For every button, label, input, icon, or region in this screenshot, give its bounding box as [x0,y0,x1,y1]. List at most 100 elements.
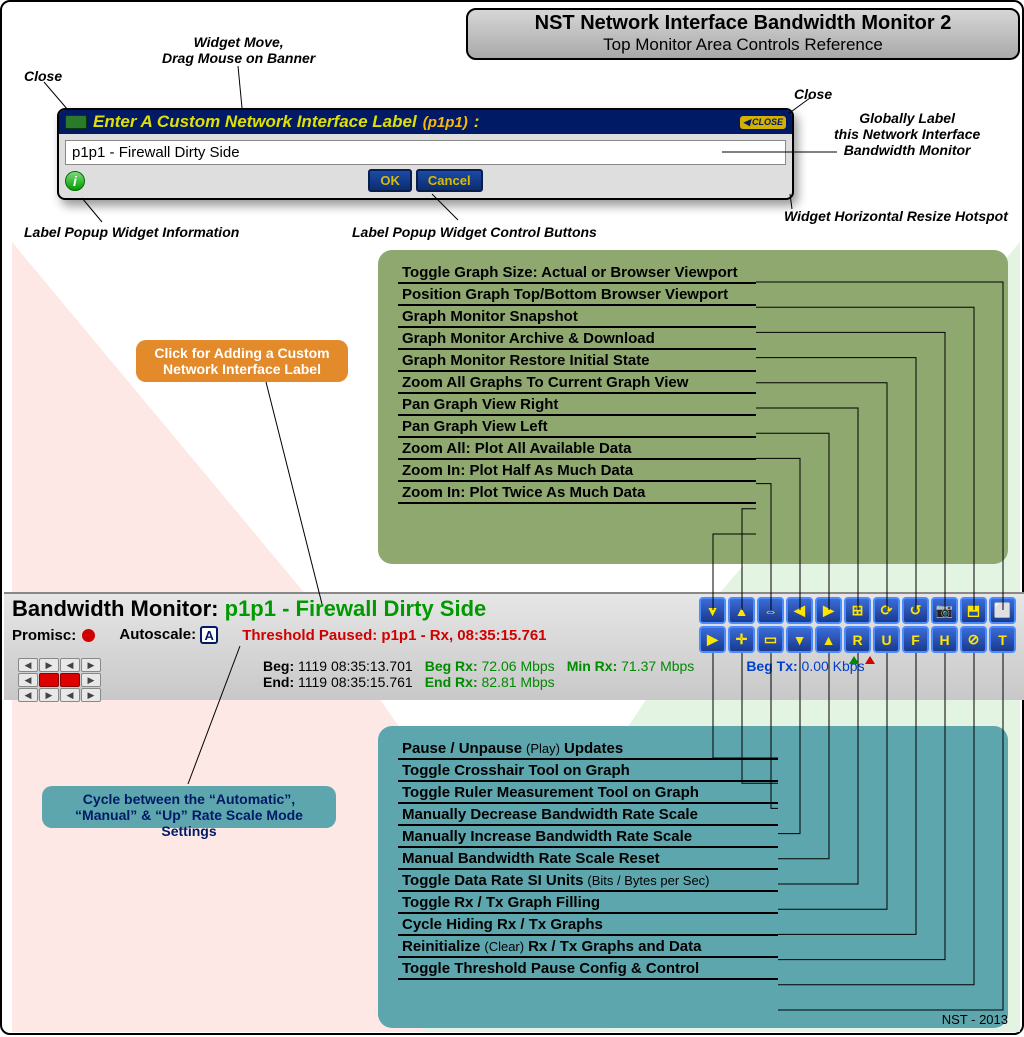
zoom-in-btn[interactable]: ▲ [728,597,755,624]
toolbar-grid: ▼▲⇔◀▶⊞⟳↺📷⬒⬜▶✛▭▼▲RUFH⊘T [699,597,1016,653]
page-subtitle: Top Monitor Area Controls Reference [468,35,1018,55]
top-ctrl-item: Graph Monitor Archive & Download [398,328,756,350]
popup-colon: : [474,112,480,132]
end-val: 1119 08:35:15.761 [298,674,413,690]
mini-nav-btn[interactable]: ▶ [39,658,59,672]
snapshot-btn[interactable]: 📷 [931,597,958,624]
scale-reset-btn[interactable]: R [844,626,871,653]
top-ctrl-item: Graph Monitor Snapshot [398,306,756,328]
top-ctrl-item: Zoom All: Plot All Available Data [398,438,756,460]
mini-nav-btn[interactable] [39,673,59,687]
monitor-bar: Bandwidth Monitor: p1p1 - Firewall Dirty… [4,592,1024,700]
scale-up-btn[interactable]: ▲ [815,626,842,653]
callout-move-banner: Widget Move, Drag Mouse on Banner [162,34,315,66]
zoom-all-graphs-btn[interactable]: ⊞ [844,597,871,624]
beg-label: Beg: [263,658,294,674]
top-ctrl-item: Zoom In: Plot Twice As Much Data [398,482,756,504]
min-rx-label: Min Rx: [567,658,618,674]
mini-nav[interactable]: ◀▶◀▶ ◀▶ ◀▶◀▶ [18,658,101,702]
beg-rx-label: Beg Rx: [425,658,478,674]
mini-nav-btn[interactable]: ◀ [18,658,38,672]
label-popup: Enter A Custom Network Interface Label (… [57,108,794,200]
bottom-ctrl-item: Pause / Unpause (Play) Updates [398,738,778,760]
mini-nav-btn[interactable]: ◀ [18,673,38,687]
popup-iface: (p1p1) [423,114,468,131]
beg-rx-val: 72.06 Mbps [482,658,555,674]
top-ctrl-item: Toggle Graph Size: Actual or Browser Vie… [398,262,756,284]
top-ctrl-item: Zoom All Graphs To Current Graph View [398,372,756,394]
zoom-all-btn[interactable]: ⇔ [757,597,784,624]
close-label: CLOSE [752,117,783,127]
bottom-ctrl-item: Toggle Rx / Tx Graph Filling [398,892,778,914]
min-rx-val: 71.37 Mbps [621,658,694,674]
crosshair-btn[interactable]: ✛ [728,626,755,653]
end-rx-label: End Rx: [425,674,478,690]
orange-note: Click for Adding a Custom Network Interf… [136,340,348,382]
footer: NST - 2013 [942,1012,1008,1027]
bottom-ctrl-item: Toggle Threshold Pause Config & Control [398,958,778,980]
page-title: NST Network Interface Bandwidth Monitor … [468,12,1018,35]
fill-btn[interactable]: F [902,626,929,653]
mini-nav-btn[interactable]: ◀ [60,658,80,672]
callout-close-left: Close [24,68,62,84]
restore-btn[interactable]: ⟳ [873,597,900,624]
play-btn[interactable]: ▶ [699,626,726,653]
callout-resize-hotspot: Widget Horizontal Resize Hotspot [784,208,1008,224]
blue-note: Cycle between the “Automatic”, “Manual” … [42,786,336,828]
hide-btn[interactable]: H [931,626,958,653]
top-ctrl-item: Position Graph Top/Bottom Browser Viewpo… [398,284,756,306]
autoscale-label: Autoscale: [119,626,196,643]
close-icon[interactable]: ◀CLOSE [740,116,786,129]
mini-nav-btn[interactable]: ◀ [18,688,38,702]
callout-label-popup-buttons: Label Popup Widget Control Buttons [352,224,597,240]
autoscale-badge[interactable]: A [200,626,218,644]
bottom-ctrl-item: Toggle Ruler Measurement Tool on Graph [398,782,778,804]
cancel-button[interactable]: Cancel [416,169,483,192]
end-rx-val: 82.81 Mbps [482,674,555,690]
bottom-ctrl-item: Reinitialize (Clear) Rx / Tx Graphs and … [398,936,778,958]
archive-btn[interactable]: ↺ [902,597,929,624]
bottom-controls-panel: Pause / Unpause (Play) UpdatesToggle Cro… [378,726,1008,1028]
position-btn[interactable]: ⬒ [960,597,987,624]
callout-close-right: Close [794,86,832,102]
mini-nav-btn[interactable] [60,673,80,687]
monitor-title-label[interactable]: p1p1 - Firewall Dirty Side [225,596,487,621]
promisc-label: Promisc: [12,627,76,644]
nic-icon [65,115,87,129]
callout-globally-label: Globally Label this Network Interface Ba… [834,110,980,158]
units-btn[interactable]: U [873,626,900,653]
popup-title-prefix: Enter A Custom Network Interface Label [93,112,417,132]
label-input[interactable] [65,140,786,165]
mini-nav-btn[interactable]: ◀ [60,688,80,702]
mini-nav-btn[interactable]: ▶ [81,658,101,672]
beg-tx-label: Beg Tx: [746,658,797,674]
beg-tx-val: 0.00 Kbps [802,658,865,674]
size-btn[interactable]: ⬜ [989,597,1016,624]
info-icon[interactable]: i [65,171,85,191]
bottom-ctrl-item: Manual Bandwidth Rate Scale Reset [398,848,778,870]
bottom-ctrl-item: Toggle Data Rate SI Units (Bits / Bytes … [398,870,778,892]
bottom-ctrl-item: Cycle Hiding Rx / Tx Graphs [398,914,778,936]
threshold-status: Threshold Paused: p1p1 - Rx, 08:35:15.76… [242,627,546,644]
beg-val: 1119 08:35:13.701 [298,658,413,674]
monitor-title-prefix: Bandwidth Monitor: [12,596,225,621]
pan-left-btn[interactable]: ◀ [786,597,813,624]
end-label: End: [263,674,294,690]
promisc-area: Promisc: [12,627,95,644]
threshold-btn[interactable]: T [989,626,1016,653]
mini-nav-btn[interactable]: ▶ [81,688,101,702]
mini-nav-btn[interactable]: ▶ [39,688,59,702]
promisc-dot-icon[interactable] [82,629,95,642]
top-ctrl-item: Pan Graph View Left [398,416,756,438]
mini-nav-btn[interactable]: ▶ [81,673,101,687]
callout-label-popup-info: Label Popup Widget Information [24,224,239,240]
scale-down-btn[interactable]: ▼ [786,626,813,653]
ruler-btn[interactable]: ▭ [757,626,784,653]
pan-right-btn[interactable]: ▶ [815,597,842,624]
reinit-btn[interactable]: ⊘ [960,626,987,653]
top-controls-panel: Toggle Graph Size: Actual or Browser Vie… [378,250,1008,564]
ok-button[interactable]: OK [368,169,412,192]
label-popup-banner[interactable]: Enter A Custom Network Interface Label (… [59,110,792,134]
bottom-ctrl-item: Manually Decrease Bandwidth Rate Scale [398,804,778,826]
zoom-out-btn[interactable]: ▼ [699,597,726,624]
